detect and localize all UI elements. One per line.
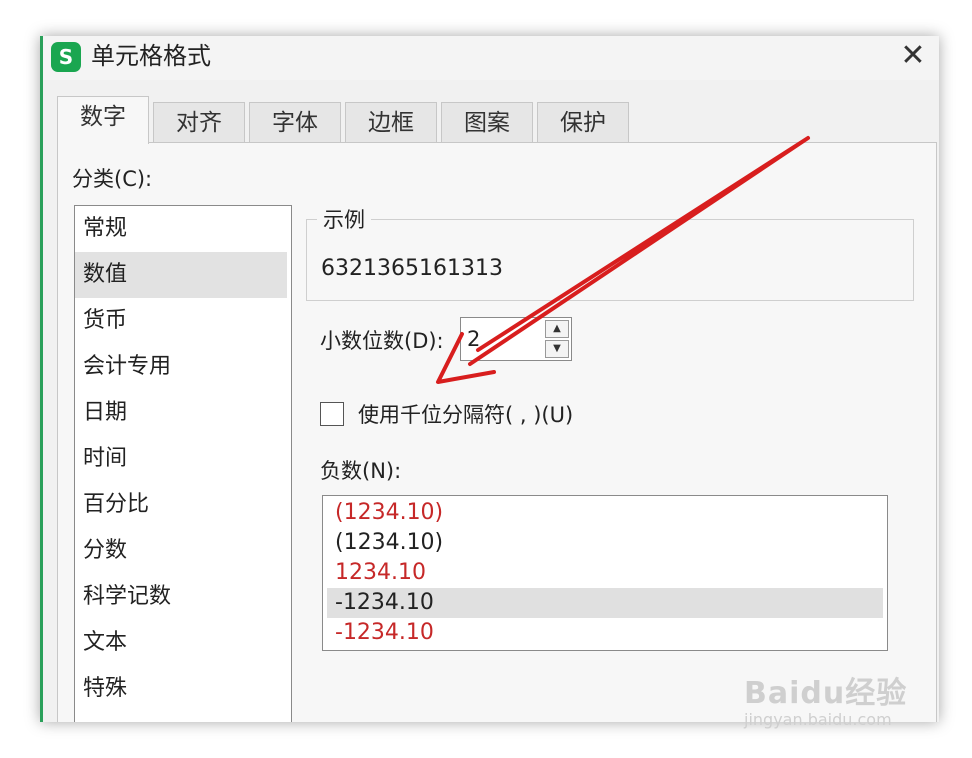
category-item-date[interactable]: 日期 — [75, 390, 291, 436]
dialog-title: 单元格格式 — [91, 42, 211, 70]
category-item-number[interactable]: 数值 — [75, 252, 287, 298]
thousands-separator-option[interactable]: 使用千位分隔符( , )(U) — [320, 399, 573, 429]
tab-bar: 数字 对齐 字体 边框 图案 保护 — [57, 96, 939, 144]
category-item-scientific[interactable]: 科学记数 — [75, 574, 291, 620]
tab-protection[interactable]: 保护 — [537, 102, 629, 142]
wps-app-icon: S — [51, 42, 81, 72]
thousands-separator-label: 使用千位分隔符( , )(U) — [358, 403, 574, 427]
number-tab-panel: 分类(C): 常规 数值 货币 会计专用 日期 时间 百分比 分数 科学记数 文… — [57, 142, 937, 722]
negative-numbers-label: 负数(N): — [320, 459, 402, 483]
negative-item[interactable]: 1234.10 — [327, 558, 883, 588]
category-list[interactable]: 常规 数值 货币 会计专用 日期 时间 百分比 分数 科学记数 文本 特殊 — [74, 205, 292, 722]
category-item-text[interactable]: 文本 — [75, 620, 291, 666]
format-cells-dialog: S 单元格格式 ✕ 数字 对齐 字体 边框 图案 保护 分类(C): 常规 数值… — [40, 36, 939, 722]
decimal-places-label: 小数位数(D): — [320, 329, 444, 353]
category-item-time[interactable]: 时间 — [75, 436, 291, 482]
category-item-currency[interactable]: 货币 — [75, 298, 291, 344]
tab-font[interactable]: 字体 — [249, 102, 341, 142]
decimal-places-value: 2 — [467, 327, 481, 351]
tab-border[interactable]: 边框 — [345, 102, 437, 142]
tab-pattern[interactable]: 图案 — [441, 102, 533, 142]
category-label: 分类(C): — [72, 167, 153, 191]
category-item-fraction[interactable]: 分数 — [75, 528, 291, 574]
decimal-spinner: ▲ ▼ — [545, 320, 569, 358]
sample-group: 示例 6321365161313 — [306, 204, 914, 301]
close-icon[interactable]: ✕ — [893, 38, 933, 74]
spin-up-icon[interactable]: ▲ — [545, 320, 569, 338]
thousands-separator-checkbox[interactable] — [320, 402, 344, 426]
baidu-watermark: Baidu经验 jingyan.baidu.com — [744, 668, 924, 738]
decimal-places-input[interactable]: 2 ▲ ▼ — [460, 317, 572, 361]
category-item-percentage[interactable]: 百分比 — [75, 482, 291, 528]
sample-label: 示例 — [317, 204, 371, 234]
watermark-logo: Baidu经验 — [744, 676, 908, 711]
negative-item[interactable]: -1234.10 — [327, 588, 883, 618]
negative-item[interactable]: (1234.10) — [327, 528, 883, 558]
title-bar: S 单元格格式 ✕ — [43, 36, 939, 80]
negative-numbers-list[interactable]: (1234.10) (1234.10) 1234.10 -1234.10 -12… — [322, 495, 888, 651]
category-item-accounting[interactable]: 会计专用 — [75, 344, 291, 390]
sample-value: 6321365161313 — [321, 256, 503, 281]
spin-down-icon[interactable]: ▼ — [545, 340, 569, 358]
category-item-special[interactable]: 特殊 — [75, 666, 291, 712]
category-item-general[interactable]: 常规 — [75, 206, 291, 252]
negative-item[interactable]: (1234.10) — [327, 498, 883, 528]
tab-alignment[interactable]: 对齐 — [153, 102, 245, 142]
negative-item[interactable]: -1234.10 — [327, 618, 883, 648]
watermark-url: jingyan.baidu.com — [744, 710, 892, 729]
tab-number[interactable]: 数字 — [57, 96, 149, 144]
